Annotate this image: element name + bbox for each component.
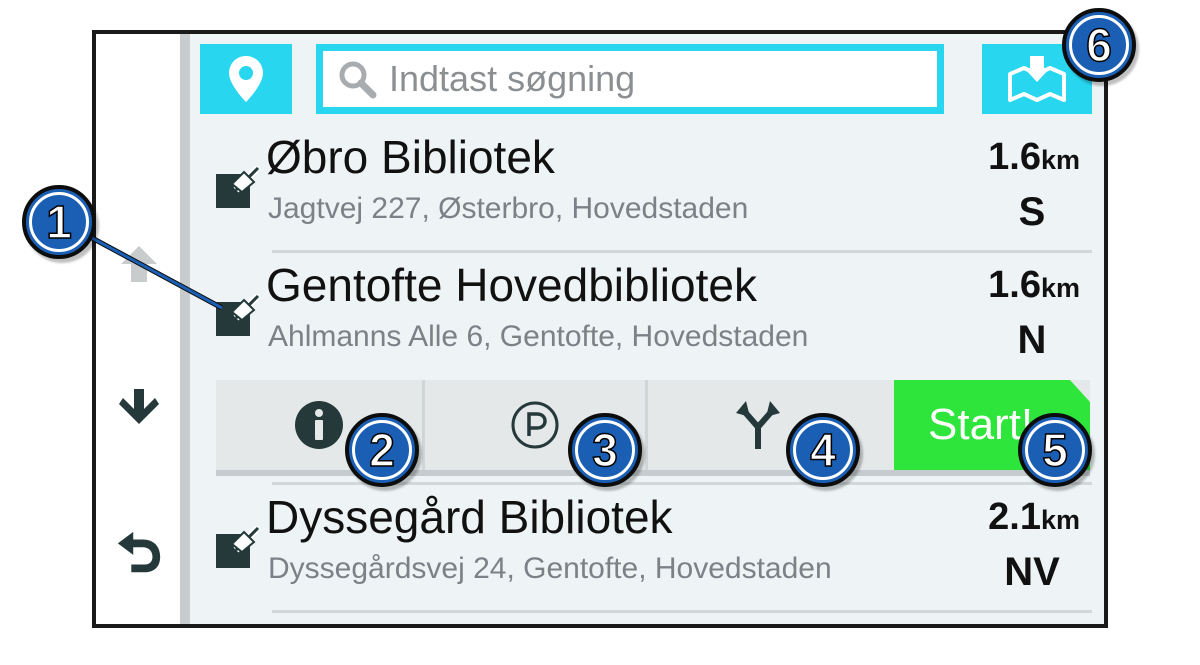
callout-badge-6: 6 bbox=[1062, 8, 1136, 82]
callout-badge-1: 1 bbox=[22, 185, 96, 259]
callout-badge-3: 3 bbox=[568, 413, 642, 487]
callout-badge-5: 5 bbox=[1018, 413, 1092, 487]
callout-badge-2: 2 bbox=[345, 413, 419, 487]
callout-badge-4: 4 bbox=[786, 413, 860, 487]
callout-leader-line bbox=[90, 235, 224, 311]
